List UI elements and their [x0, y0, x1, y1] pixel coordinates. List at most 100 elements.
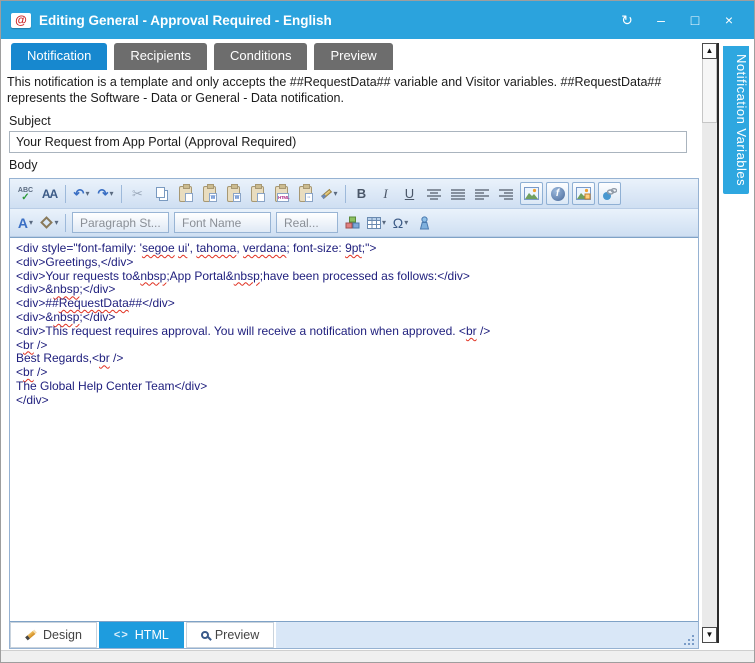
- redo-button[interactable]: ↷ ▾: [94, 182, 117, 205]
- omega-icon: Ω: [393, 215, 403, 231]
- html-tab-label: HTML: [135, 628, 169, 642]
- paste-button[interactable]: [174, 182, 197, 205]
- bold-button[interactable]: B: [350, 182, 373, 205]
- code-line: <br />: [16, 339, 692, 353]
- chevron-down-icon: ▾: [333, 189, 337, 198]
- image-map-button[interactable]: [572, 182, 595, 205]
- align-justify-icon: [451, 188, 465, 200]
- template-description: This notification is a template and only…: [7, 70, 699, 109]
- font-color-icon: A: [18, 215, 28, 231]
- hyperlink-button[interactable]: [598, 182, 621, 205]
- tab-notification[interactable]: Notification: [11, 43, 107, 70]
- minimize-button[interactable]: –: [646, 8, 676, 32]
- code-line: The Global Help Center Team</div>: [16, 380, 692, 394]
- table-icon: [367, 217, 381, 229]
- find-replace-button[interactable]: AA: [38, 182, 61, 205]
- spellcheck-button[interactable]: ABC ✓: [14, 182, 37, 205]
- align-justify-button[interactable]: [446, 182, 469, 205]
- align-center-icon: [427, 188, 441, 200]
- chevron-down-icon: ▾: [85, 189, 89, 198]
- insert-table-button[interactable]: ▾: [365, 211, 388, 234]
- resize-grip[interactable]: [684, 636, 694, 645]
- preview-tab-label: Preview: [215, 628, 259, 642]
- app-email-icon: @: [11, 13, 31, 28]
- copy-button[interactable]: [150, 182, 173, 205]
- image-map-icon: [576, 187, 591, 200]
- undo-button[interactable]: ↶ ▾: [70, 182, 93, 205]
- html-mode-tab[interactable]: <> HTML: [99, 622, 184, 648]
- insert-symbol-button[interactable]: Ω ▾: [389, 211, 412, 234]
- scroll-down-button[interactable]: ▼: [702, 627, 717, 643]
- code-icon: <>: [114, 629, 129, 641]
- maximize-button[interactable]: □: [680, 8, 710, 32]
- italic-button[interactable]: I: [374, 182, 397, 205]
- flash-icon: f: [551, 187, 565, 201]
- align-center-button[interactable]: [422, 182, 445, 205]
- editing-notification-dialog: @ Editing General - Approval Required - …: [0, 0, 755, 663]
- code-line: <br />: [16, 366, 692, 380]
- chevron-down-icon: ▾: [382, 218, 386, 227]
- editor-toolbar-row1: ABC ✓ AA ↶ ▾ ↷ ▾ ✂: [10, 179, 698, 209]
- font-color-button[interactable]: A ▾: [14, 211, 37, 234]
- redo-icon: ↷: [98, 186, 109, 202]
- chevron-down-icon: ▾: [109, 189, 113, 198]
- notification-variables-tab[interactable]: Notification Variables: [723, 46, 749, 194]
- paste-word-icon: W: [203, 186, 216, 202]
- chevron-down-icon: ▾: [29, 218, 33, 227]
- scroll-up-button[interactable]: ▲: [702, 43, 717, 59]
- subject-input[interactable]: [9, 131, 687, 153]
- magnifier-icon: [201, 631, 209, 639]
- scrollbar-track[interactable]: [702, 123, 717, 627]
- tab-preview[interactable]: Preview: [314, 43, 392, 70]
- tab-recipients[interactable]: Recipients: [114, 43, 207, 70]
- pencil-icon: [25, 630, 37, 641]
- insert-media-button[interactable]: f: [546, 182, 569, 205]
- window-titlebar: @ Editing General - Approval Required - …: [1, 1, 754, 39]
- fill-color-button[interactable]: ▾: [38, 211, 61, 234]
- up-arrow-icon: ▲: [706, 46, 714, 55]
- paste-word-strip-icon: W: [227, 186, 240, 202]
- image-icon: [524, 187, 539, 200]
- insert-snippet-button[interactable]: [413, 211, 436, 234]
- paste-from-word-strip-button[interactable]: W: [222, 182, 245, 205]
- underline-button[interactable]: U: [398, 182, 421, 205]
- close-button[interactable]: ×: [714, 8, 744, 32]
- cut-button[interactable]: ✂: [126, 182, 149, 205]
- paste-from-word-button[interactable]: W: [198, 182, 221, 205]
- align-left-button[interactable]: [470, 182, 493, 205]
- code-area[interactable]: <div style="font-family: 'segoe ui', tah…: [10, 237, 698, 622]
- chevron-down-icon: ▾: [404, 218, 408, 227]
- paste-special-button[interactable]: ··: [294, 182, 317, 205]
- dialog-scrollbar: ▲ ▼: [702, 43, 719, 643]
- refresh-button[interactable]: ↻: [612, 8, 642, 32]
- code-line: <div style="font-family: 'segoe ui', tah…: [16, 242, 692, 256]
- align-left-icon: [475, 188, 489, 200]
- window-title: Editing General - Approval Required - En…: [39, 13, 608, 28]
- format-painter-icon: [321, 188, 332, 198]
- paste-plain-icon: [251, 186, 264, 202]
- code-line: <div>##RequestData##</div>: [16, 297, 692, 311]
- modules-icon: [345, 216, 360, 229]
- paragraph-style-combo[interactable]: Paragraph St...: [72, 212, 169, 233]
- body-label: Body: [9, 158, 699, 172]
- tab-conditions[interactable]: Conditions: [214, 43, 307, 70]
- insert-image-button[interactable]: [520, 182, 543, 205]
- binoculars-icon: AA: [42, 187, 57, 201]
- font-size-combo[interactable]: Real...: [276, 212, 338, 233]
- code-line: <div>This request requires approval. You…: [16, 325, 692, 339]
- preview-mode-tab[interactable]: Preview: [186, 622, 274, 648]
- design-mode-tab[interactable]: Design: [10, 622, 97, 648]
- paste-special-icon: ··: [299, 186, 312, 202]
- scrollbar-thumb[interactable]: [702, 59, 717, 123]
- underline-icon: U: [403, 186, 417, 201]
- code-line: </div>: [16, 394, 692, 408]
- paste-as-html-button[interactable]: HTML: [270, 182, 293, 205]
- module-manager-button[interactable]: [341, 211, 364, 234]
- editor-mode-bar: Design <> HTML Preview: [10, 622, 698, 648]
- font-name-combo[interactable]: Font Name: [174, 212, 271, 233]
- code-line: <div>&nbsp;</div>: [16, 311, 692, 325]
- paste-plain-text-button[interactable]: [246, 182, 269, 205]
- format-painter-button[interactable]: ▾: [318, 182, 341, 205]
- align-right-icon: [499, 188, 513, 200]
- align-right-button[interactable]: [494, 182, 517, 205]
